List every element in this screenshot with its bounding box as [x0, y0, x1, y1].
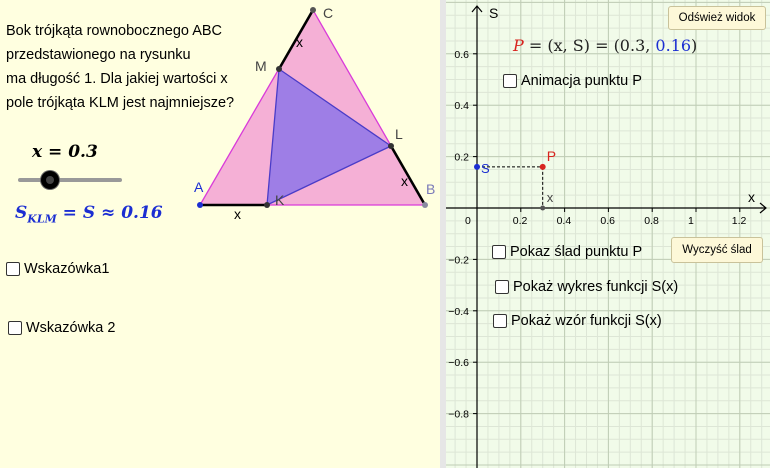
checkbox-box[interactable] [503, 74, 517, 88]
y-tick-label: −0.8 [448, 409, 469, 421]
x-tick-label: 0.6 [600, 215, 615, 227]
plot-function-label: Pokaż wykres funkcji S(x) [513, 279, 679, 295]
point-x-projection[interactable] [540, 205, 546, 211]
coordinate-grid[interactable]: x S 0 0.2 0.4 0.6 0.8 1 1.2 0.6 0.4 0.2 −0.2 −0.4 −0.6… [0, 0, 770, 468]
show-formula-checkbox[interactable]: Pokaż wzór funkcji S(x) [493, 313, 662, 329]
x-tick-label: 1 [688, 215, 694, 227]
refresh-view-button[interactable]: Odśwież widok [668, 6, 766, 30]
point-x-label: x [547, 190, 554, 205]
y-axis-label: S [489, 5, 498, 21]
checkbox-box[interactable] [493, 314, 507, 328]
point-formula-value: 0.16 [655, 36, 692, 55]
y-tick-label: 0.6 [454, 49, 469, 61]
animate-checkbox[interactable]: Animacja punktu P [503, 73, 642, 89]
checkbox-box[interactable] [495, 280, 509, 294]
plot-function-checkbox[interactable]: Pokaż wykres funkcji S(x) [495, 279, 678, 295]
checkbox-box[interactable] [492, 245, 506, 259]
x-tick-label: 0.8 [644, 215, 659, 227]
point-formula-mid: = (x, S) = (0.3, [523, 36, 656, 55]
point-formula-lhs: P [513, 36, 524, 55]
clear-trace-button[interactable]: Wyczyść ślad [671, 237, 763, 263]
point-p-label: P [547, 148, 556, 164]
point-formula-end: ) [691, 36, 698, 55]
y-tick-label: 0.4 [454, 100, 469, 112]
x-tick-label: 0 [465, 215, 471, 227]
point-formula: P = (x, S) = (0.3, 0.16) [513, 36, 697, 55]
x-tick-label: 0.2 [513, 215, 528, 227]
y-tick-label: −0.2 [448, 254, 469, 266]
y-tick-label: −0.4 [448, 306, 469, 318]
point-s-projection[interactable] [474, 163, 480, 170]
show-formula-label: Pokaż wzór funkcji S(x) [511, 313, 662, 329]
y-tick-label: −0.6 [448, 357, 469, 369]
trace-label: Pokaz ślad punktu P [510, 244, 643, 260]
point-s-label: S [481, 161, 490, 176]
animate-label: Animacja punktu P [521, 73, 642, 89]
x-tick-label: 1.2 [732, 215, 747, 227]
point-p[interactable] [539, 163, 546, 170]
x-tick-label: 0.4 [557, 215, 572, 227]
x-axis-label: x [748, 189, 755, 205]
y-tick-label: 0.2 [454, 152, 469, 164]
trace-checkbox[interactable]: Pokaz ślad punktu P [492, 244, 642, 260]
